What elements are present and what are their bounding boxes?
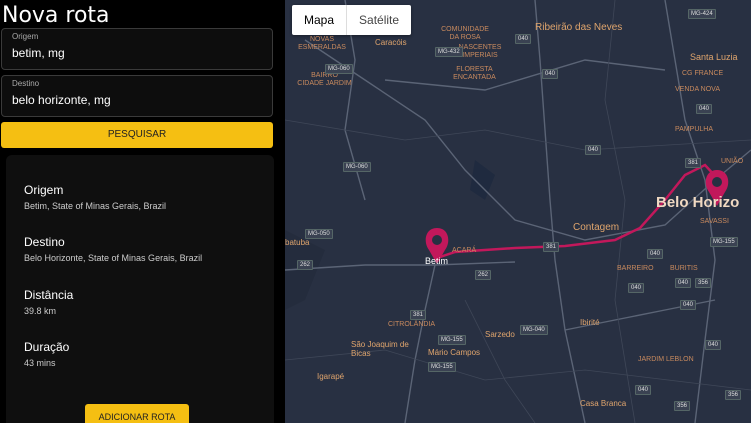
map-label-saojoaquim: São Joaquim de Bicas	[351, 340, 409, 358]
duration-info-value: 43 mins	[24, 358, 56, 368]
road-shield: MG-424	[688, 9, 716, 19]
map-label-ibirite: Ibirité	[580, 318, 600, 327]
road-shield: 040	[696, 104, 713, 114]
destination-label: Destino	[12, 79, 40, 88]
destination-field[interactable]: Destino belo horizonte, mg	[1, 75, 273, 117]
road-shield: MG-060	[343, 162, 371, 172]
map-label-bairro: BAIRRO CIDADE JARDIM	[297, 72, 352, 87]
origin-info: Origem Betim, State of Minas Gerais, Bra…	[24, 183, 166, 211]
map-label-floresta: FLORESTA ENCANTADA	[453, 66, 496, 81]
destination-info: Destino Belo Horizonte, State of Minas G…	[24, 235, 202, 263]
map-label-santaluzia: Santa Luzia	[690, 52, 738, 62]
road-shield: 381	[410, 310, 427, 320]
lake-shape	[470, 160, 495, 200]
map-label-citrolandia: CITROLÂNDIA	[388, 321, 436, 328]
road-shield: 040	[628, 283, 645, 293]
duration-info: Duração 43 mins	[24, 340, 69, 368]
road-shield: 262	[297, 260, 314, 270]
road-shield: 381	[543, 242, 560, 252]
road-shield: 040	[542, 69, 559, 79]
origin-info-title: Origem	[24, 183, 64, 197]
search-button[interactable]: PESQUISAR	[1, 122, 273, 148]
road-shield: 356	[674, 401, 691, 411]
map-label-cgfrance: CG FRANCE	[682, 70, 724, 77]
map-view[interactable]: Mapa Satélite Ribeirão das Neves COMUNID…	[285, 0, 751, 423]
map-label-acara: ACARÁ	[452, 247, 477, 254]
origin-label: Origem	[12, 32, 39, 41]
origin-info-value: Betim, State of Minas Gerais, Brazil	[24, 201, 167, 211]
road-shield: MG-155	[428, 362, 456, 372]
destination-info-title: Destino	[24, 235, 65, 249]
map-type-map-button[interactable]: Mapa	[292, 5, 346, 35]
map-label-belohorizonte: Belo Horizo	[656, 194, 740, 211]
add-route-button[interactable]: ADICIONAR ROTA	[85, 404, 189, 423]
road-shield: MG-432	[435, 47, 463, 57]
distance-info-title: Distância	[24, 288, 74, 302]
route-info-card: Origem Betim, State of Minas Gerais, Bra…	[6, 155, 274, 423]
road-minor-1	[285, 119, 751, 151]
destination-input[interactable]: belo horizonte, mg	[12, 93, 111, 107]
map-label-pampulha: PAMPULHA	[675, 126, 713, 133]
destination-info-value: Belo Horizonte, State of Minas Gerais, B…	[24, 253, 203, 263]
map-type-satellite-button[interactable]: Satélite	[346, 5, 411, 35]
road-shield: 381	[685, 158, 702, 168]
distance-info: Distância 39.8 km	[24, 288, 73, 316]
map-label-contagem: Contagem	[573, 222, 620, 233]
road-shield: 356	[695, 278, 712, 288]
road-shield: MG-155	[710, 237, 738, 247]
map-label-uniao: UNIÃO	[721, 158, 744, 165]
road-040	[534, 0, 586, 423]
road-shield: 040	[680, 300, 697, 310]
map-label-casabranca: Casa Branca	[580, 399, 627, 408]
map-type-toggle[interactable]: Mapa Satélite	[292, 5, 412, 35]
map-label-barreiro: BARREIRO	[617, 265, 654, 272]
map-label-vendanova: VENDA NOVA	[675, 86, 720, 93]
origin-input[interactable]: betim, mg	[12, 46, 65, 60]
road-shield: 040	[635, 385, 652, 395]
map-label-jardimleblon: JARDIM LEBLON	[638, 356, 694, 363]
map-label-mariocampos: Mário Campos	[428, 348, 481, 357]
road-shield: 040	[515, 34, 532, 44]
road-shield: MG-155	[438, 335, 466, 345]
page-title: Nova rota	[2, 3, 110, 28]
distance-info-value: 39.8 km	[24, 306, 57, 316]
route-form-panel: Nova rota Origem betim, mg Destino belo …	[0, 0, 285, 423]
road-shield: 040	[705, 340, 722, 350]
map-label-igarape: Igarapé	[317, 372, 345, 381]
map-label-novas: NOVAS ESMERALDAS	[298, 36, 346, 51]
road-minor-4	[464, 299, 536, 423]
map-label-betim: Betim	[425, 256, 449, 266]
road-shield: MG-040	[520, 325, 548, 335]
road-shield: 040	[585, 145, 602, 155]
road-shield: 262	[475, 270, 492, 280]
map-label-sarzedo: Sarzedo	[485, 330, 515, 339]
road-shield: MG-060	[325, 64, 353, 74]
map-label-buritis: BURITIS	[670, 265, 698, 272]
origin-field[interactable]: Origem betim, mg	[1, 28, 273, 70]
map-label-caracois: Caracóis	[375, 38, 407, 47]
duration-info-title: Duração	[24, 340, 70, 354]
road-shield: 356	[725, 390, 742, 400]
road-shield: MG-050	[305, 229, 333, 239]
map-label-ribeirao: Ribeirão das Neves	[535, 22, 623, 33]
road-shield: 040	[647, 249, 664, 259]
map-label-batuba: batuba	[285, 238, 310, 247]
map-label-savassi: SAVASSI	[700, 218, 729, 225]
map-label-comunidade: COMUNIDADE DA ROSA	[441, 26, 489, 41]
road-shield: 040	[675, 278, 692, 288]
road-mg432	[384, 59, 666, 91]
